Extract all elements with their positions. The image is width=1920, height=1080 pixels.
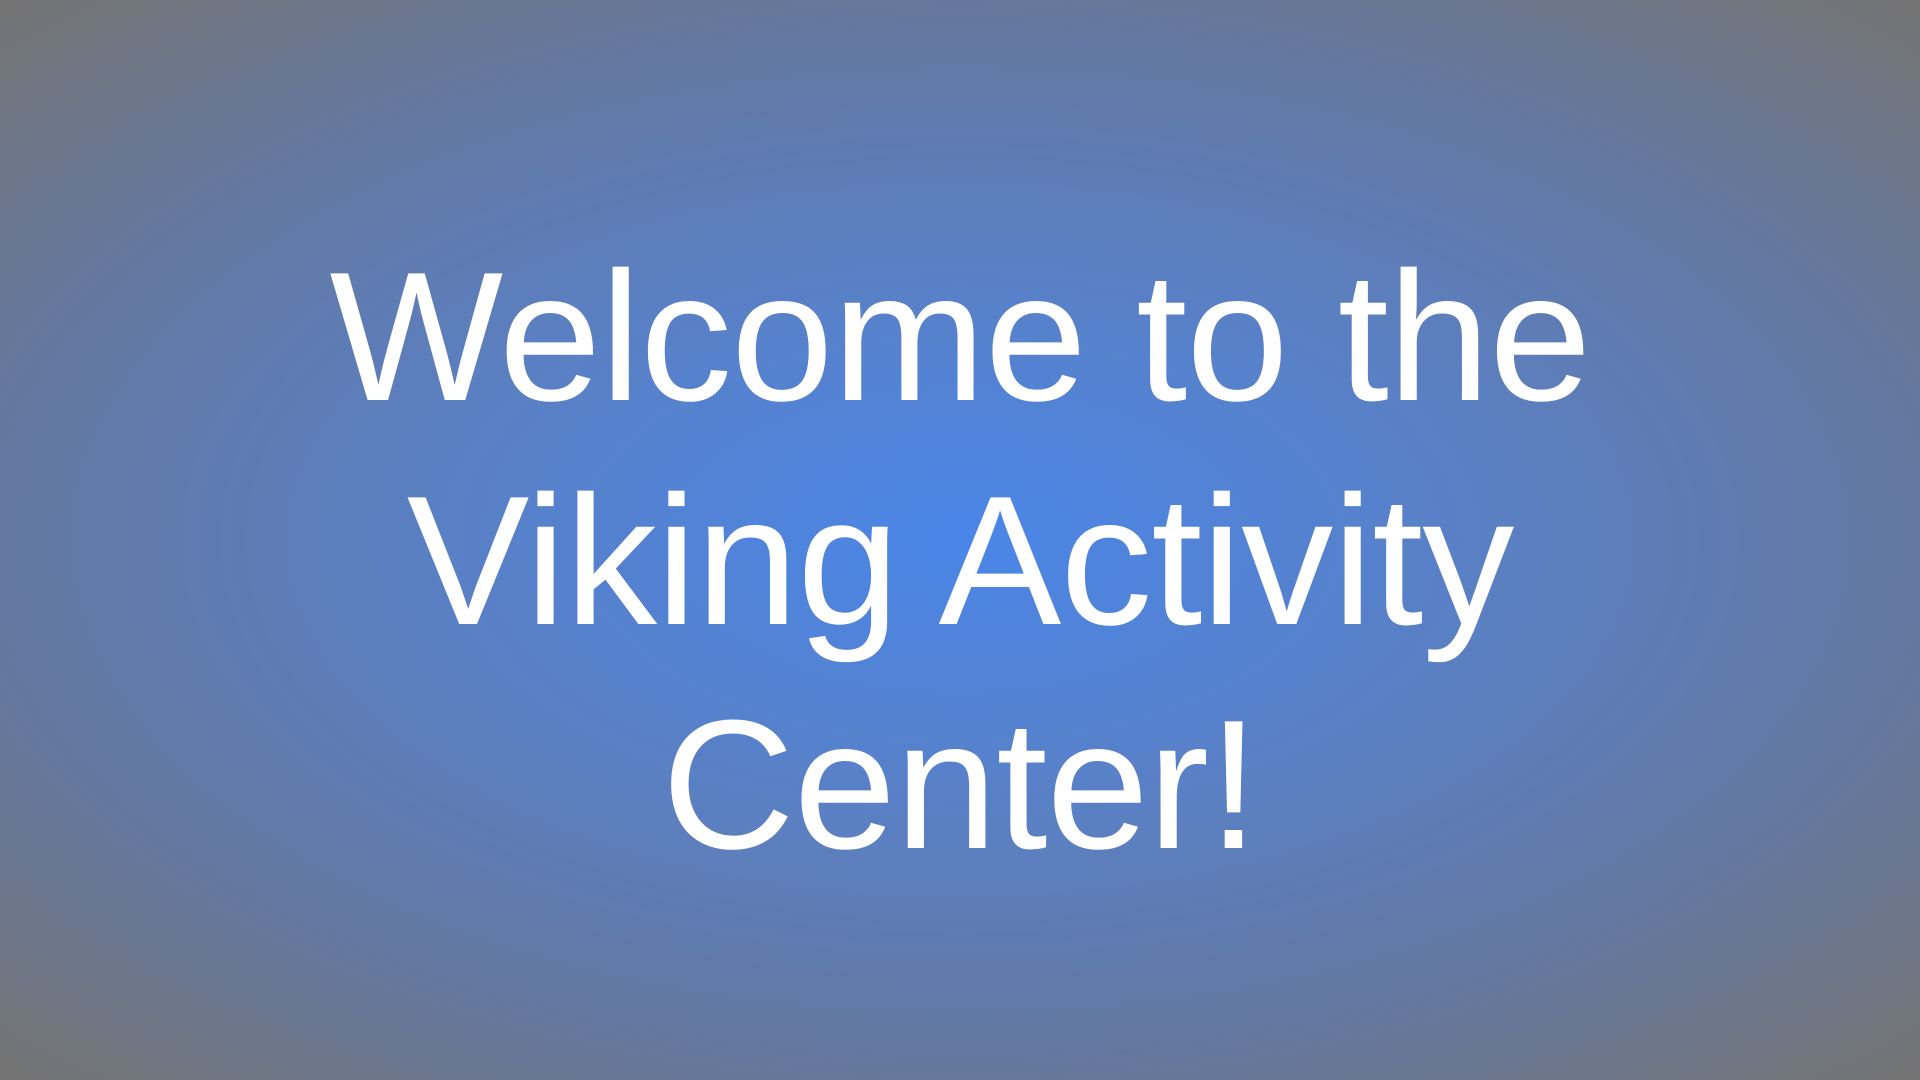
welcome-message: Welcome to the Viking Activity Center! [0, 224, 1920, 896]
welcome-line-2: Viking Activity [406, 457, 1515, 663]
welcome-slide: Welcome to the Viking Activity Center! [0, 0, 1920, 1080]
welcome-line-1: Welcome to the [329, 233, 1592, 439]
welcome-line-3: Center! [661, 681, 1259, 887]
